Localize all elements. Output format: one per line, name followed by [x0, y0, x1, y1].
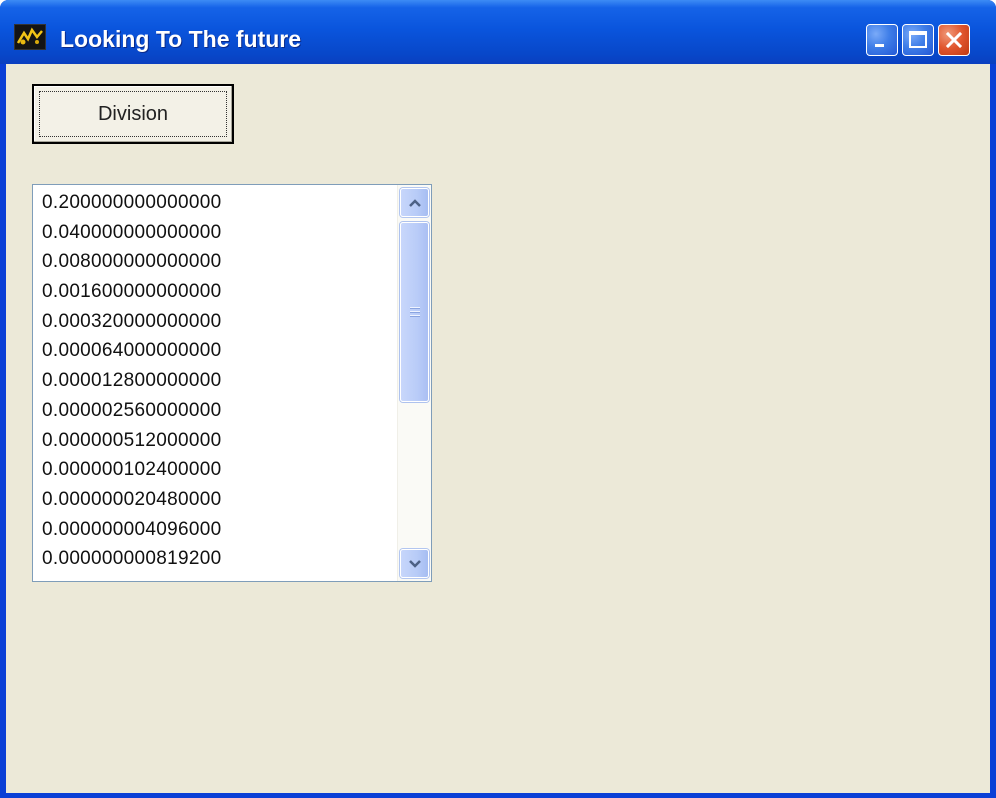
minimize-button[interactable]: [866, 24, 898, 56]
results-listbox[interactable]: 0.200000000000000 0.040000000000000 0.0080…: [32, 184, 432, 582]
maximize-icon: [909, 31, 927, 48]
list-item[interactable]: 0.000000004096000: [33, 515, 397, 545]
close-button[interactable]: [938, 24, 970, 56]
application-window: Looking To The future Division 0.2000000…: [0, 0, 996, 798]
title-bar[interactable]: Looking To The future: [0, 0, 996, 64]
list-item[interactable]: 0.008000000000000: [33, 247, 397, 277]
chevron-up-icon: [408, 198, 421, 207]
list-item[interactable]: 0.000000102400000: [33, 455, 397, 485]
focus-rectangle: [39, 91, 227, 137]
minimize-icon: [875, 44, 884, 47]
list-item[interactable]: 0.000002560000000: [33, 396, 397, 426]
list-item[interactable]: 0.200000000000000: [33, 188, 397, 218]
scroll-up-button[interactable]: [400, 188, 429, 217]
maximize-button[interactable]: [902, 24, 934, 56]
list-item[interactable]: 0.040000000000000: [33, 218, 397, 248]
grip-icon: [410, 307, 420, 317]
scroll-thumb[interactable]: [400, 222, 429, 402]
vertical-scrollbar[interactable]: [397, 185, 431, 581]
app-icon[interactable]: [14, 24, 46, 50]
close-icon: [945, 31, 963, 49]
client-area: Division 0.200000000000000 0.040000000000…: [6, 64, 990, 793]
window-title: Looking To The future: [60, 26, 302, 52]
list-items: 0.200000000000000 0.040000000000000 0.0080…: [33, 185, 397, 581]
list-item[interactable]: 0.000012800000000: [33, 366, 397, 396]
list-item[interactable]: 0.000000000819200: [33, 544, 397, 574]
list-item[interactable]: 0.000064000000000: [33, 336, 397, 366]
list-item[interactable]: 0.000000020480000: [33, 485, 397, 515]
list-item[interactable]: 0.000320000000000: [33, 307, 397, 337]
scroll-down-button[interactable]: [400, 549, 429, 578]
list-item[interactable]: 0.001600000000000: [33, 277, 397, 307]
chevron-down-icon: [408, 559, 421, 568]
list-item[interactable]: 0.000000512000000: [33, 426, 397, 456]
division-button[interactable]: Division: [32, 84, 234, 144]
